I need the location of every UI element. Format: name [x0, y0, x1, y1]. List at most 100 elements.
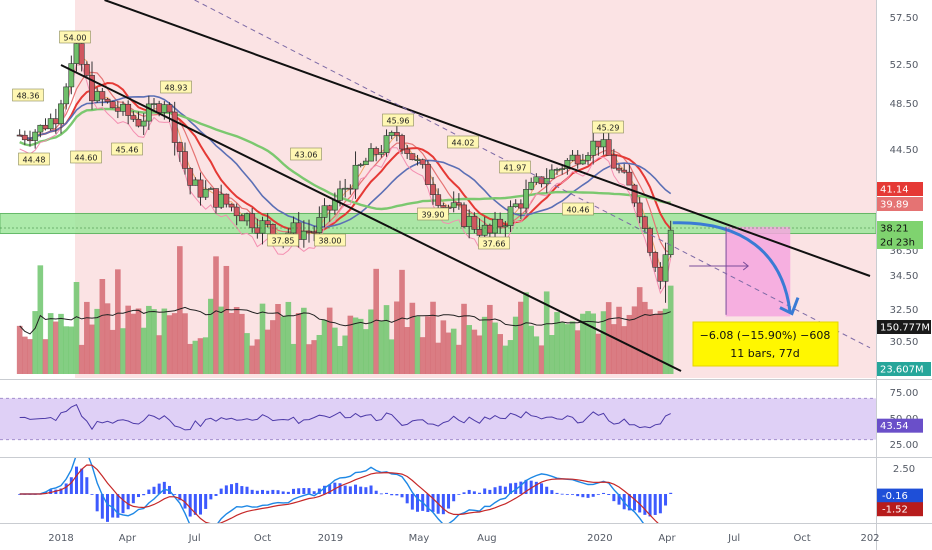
macd-histogram-bar — [540, 483, 544, 494]
volume-bar — [218, 306, 224, 374]
candle-body — [63, 86, 70, 105]
macd-histogram-bar — [80, 468, 84, 494]
macd-histogram-bar — [266, 490, 270, 494]
candle-body — [481, 224, 488, 236]
volume-bar — [657, 310, 664, 374]
candle-body — [600, 139, 607, 148]
pivot-label: 40.46 — [567, 206, 590, 215]
volume-bar — [270, 320, 276, 374]
volume-bar — [239, 313, 245, 374]
volume-bar — [554, 312, 560, 374]
candle-body — [373, 148, 380, 155]
macd-histogram-bar — [390, 494, 394, 496]
time-tick-label: Apr — [658, 533, 676, 544]
macd-histogram-bar — [235, 482, 239, 494]
candle-body — [404, 148, 411, 154]
candle-body — [419, 159, 426, 165]
time-tick-label: 2018 — [48, 533, 73, 544]
volume-bar — [99, 279, 106, 374]
candle-body — [388, 132, 395, 136]
volume-bar — [223, 265, 230, 374]
measure-label: −6.08 (−15.90%) −608 11 bars, 77d — [692, 321, 839, 367]
pivot-label: 41.97 — [504, 164, 527, 173]
measure-line1: −6.08 (−15.90%) −608 — [700, 329, 831, 342]
macd-histogram-bar — [607, 494, 611, 495]
volume-bar — [285, 301, 292, 374]
volume-bar — [125, 305, 131, 374]
candle-body — [244, 213, 250, 222]
candle-body — [409, 153, 416, 161]
macd-histogram-bar — [550, 490, 554, 494]
volume-bar — [440, 320, 447, 374]
volume-bar — [316, 334, 323, 374]
candle-body — [502, 225, 509, 228]
candle-body — [476, 229, 483, 236]
macd-histogram-bar — [545, 486, 549, 494]
volume-bar — [244, 333, 250, 374]
candle-body — [450, 202, 457, 209]
candle-body — [151, 103, 157, 105]
volume-bar — [399, 269, 405, 374]
volume-bar — [109, 329, 116, 374]
volume-bar — [32, 311, 38, 374]
macd-histogram-bar — [447, 494, 451, 509]
volume-bar — [605, 302, 612, 374]
volume-bar — [306, 344, 312, 374]
macd-histogram-bar — [658, 494, 662, 514]
macd-histogram-bar — [519, 481, 523, 494]
macd-signal-label: -1.52 — [882, 505, 908, 516]
volume-bar — [549, 335, 555, 374]
volume-bar — [414, 316, 421, 374]
volume-bar — [254, 339, 261, 374]
candle-body — [579, 160, 586, 165]
macd-histogram-bar — [612, 494, 616, 502]
candle-body — [83, 63, 90, 76]
pivot-label: 44.60 — [75, 154, 98, 163]
candle-body — [202, 188, 209, 198]
projection-box — [725, 226, 791, 317]
pivot-label: 48.36 — [17, 92, 40, 101]
time-tick-label: Apr — [119, 533, 137, 544]
macd-histogram-bar — [131, 494, 135, 504]
candle-body — [461, 204, 467, 227]
macd-histogram-bar — [199, 494, 203, 515]
price-tick-label: 44.50 — [890, 145, 919, 156]
pivot-label: 44.02 — [452, 139, 475, 148]
candle-body — [321, 205, 328, 218]
candle-body — [667, 229, 674, 256]
candle-body — [383, 135, 390, 153]
volume-bar — [295, 313, 302, 374]
macd-histogram-bar — [591, 494, 595, 497]
candle-body — [218, 193, 225, 208]
macd-histogram-bar — [488, 489, 492, 494]
stock-chart[interactable]: 54.00 48.36 44.48 44.60 48.93 45.46 43.06 37.85… — [0, 0, 932, 550]
volume-bar — [611, 324, 617, 374]
candle-body — [414, 159, 421, 162]
volume-bar — [394, 301, 400, 374]
macd-histogram-bar — [452, 494, 456, 502]
candle-body — [171, 111, 178, 143]
candle-body — [104, 98, 111, 102]
macd-histogram-bar — [472, 491, 476, 494]
candle-body — [497, 218, 504, 228]
macd-histogram-bar — [503, 486, 507, 494]
candle-body — [662, 254, 669, 282]
macd-histogram-bar — [85, 477, 89, 494]
candle-body — [228, 203, 235, 208]
macd-histogram-bar — [441, 494, 445, 515]
candle-body — [78, 43, 85, 65]
candle-body — [517, 203, 524, 209]
volume-bar — [456, 344, 462, 374]
candle-body — [166, 104, 173, 113]
volume-bar — [47, 313, 54, 374]
candle-body — [73, 43, 80, 64]
candle-body — [94, 91, 101, 102]
candle-body — [636, 202, 643, 218]
macd-histogram-bar — [281, 491, 285, 494]
candle-body — [507, 206, 514, 226]
candle-body — [554, 168, 560, 171]
candle-body — [156, 103, 163, 113]
macd-histogram-bar — [369, 485, 373, 494]
volume-bar — [378, 320, 385, 374]
macd-histogram-bar — [431, 494, 435, 512]
